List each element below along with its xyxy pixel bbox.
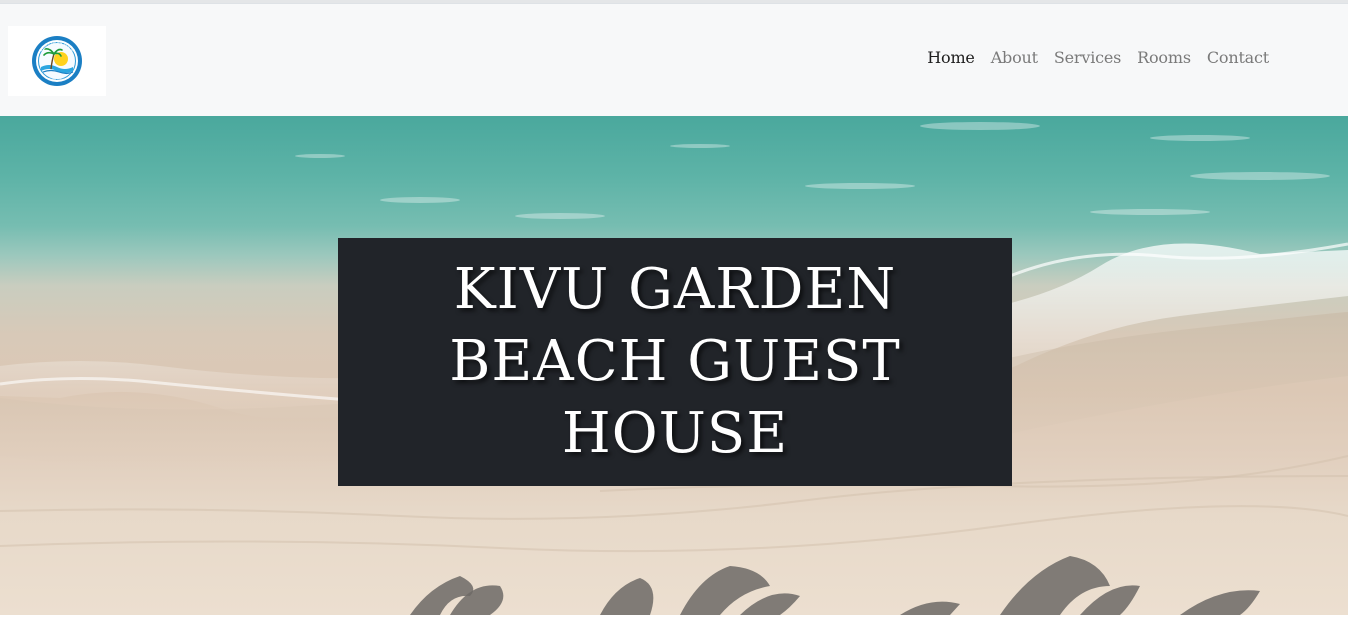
brand-logo-link[interactable]: KIVU GARDEN BEACH Guest House bbox=[8, 26, 106, 96]
nav-contact[interactable]: Contact bbox=[1207, 48, 1269, 67]
beach-palm-sun-logo-icon: KIVU GARDEN BEACH Guest House bbox=[32, 36, 82, 86]
navbar: KIVU GARDEN BEACH Guest House Home About… bbox=[0, 3, 1348, 116]
main-nav: Home About Services Rooms Contact bbox=[927, 48, 1269, 67]
nav-about[interactable]: About bbox=[991, 48, 1038, 67]
nav-rooms[interactable]: Rooms bbox=[1137, 48, 1191, 67]
hero-title: KIVU GARDEN BEACH GUEST HOUSE bbox=[449, 257, 901, 466]
logo-subtitle: Guest House bbox=[49, 77, 66, 81]
hero-title-box: KIVU GARDEN BEACH GUEST HOUSE bbox=[338, 238, 1012, 486]
nav-services[interactable]: Services bbox=[1054, 48, 1121, 67]
nav-home[interactable]: Home bbox=[927, 48, 975, 67]
